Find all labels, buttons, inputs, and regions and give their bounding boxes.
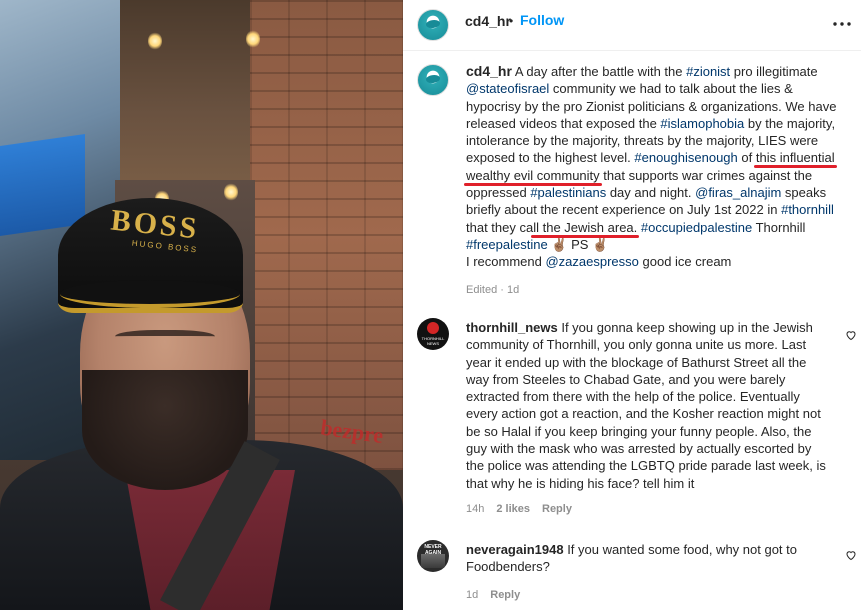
caption-text: pro illegitimate (730, 64, 818, 79)
separator-dot: • (509, 14, 514, 28)
caption-text: ✌🏽 PS ✌🏽 (547, 236, 609, 252)
caption-text: day and night. (606, 185, 696, 201)
post-photo[interactable]: bezpre BOSS HUGO BOSS (0, 0, 403, 610)
brick-wall (250, 0, 403, 470)
eyes (115, 330, 215, 346)
author-username[interactable]: cd4_hr (465, 13, 511, 29)
hashtag-link[interactable]: #enoughisenough (634, 150, 737, 165)
cap-brim (60, 280, 240, 308)
mention-link[interactable]: @stateofisrael (466, 81, 549, 96)
dove-icon (426, 75, 440, 83)
edited-timestamp: Edited · 1d (466, 284, 520, 296)
hashtag-link[interactable]: #islamophobia (660, 116, 744, 131)
caption-text: that they ca (466, 219, 534, 235)
comment-meta: 1d Reply (466, 589, 532, 601)
commenter-avatar[interactable]: THORNHILL NEWS (417, 318, 449, 350)
comment-likes[interactable]: 2 likes (496, 503, 530, 515)
heart-icon[interactable] (845, 328, 857, 341)
comment-text: thornhill_news If you gonna keep showing… (466, 319, 828, 492)
caption-text: I recommend (466, 254, 546, 270)
underlined-text: ll the Jewish area. (533, 219, 638, 235)
ceiling-light (246, 30, 260, 48)
commenter-avatar[interactable]: NEVER AGAIN (417, 540, 449, 572)
hashtag-link[interactable]: #freepalestine (466, 237, 548, 252)
hashtag-link[interactable]: #occupiedpalestine (641, 220, 752, 235)
caption-text: A day after the battle with the (511, 64, 687, 79)
post-header: cd4_hr • Follow (403, 0, 861, 51)
heart-icon[interactable] (845, 548, 857, 561)
comment-meta: 14h 2 likes Reply (466, 503, 584, 515)
caption-text: Thornhill (752, 219, 806, 235)
avatar-label: THORNHILL NEWS (421, 336, 445, 346)
hashtag-link[interactable]: #palestinians (530, 185, 606, 200)
more-options-icon[interactable] (833, 10, 851, 31)
ceiling-light (148, 32, 162, 50)
comment-body: If you gonna keep showing up in the Jewi… (466, 320, 826, 491)
underlined-text: wealthy evil community (466, 167, 600, 183)
logo-icon (427, 322, 439, 334)
reply-button[interactable]: Reply (542, 503, 572, 515)
mention-link[interactable]: @zazaespresso (545, 254, 638, 269)
avatar-image (421, 554, 445, 568)
dove-icon (426, 20, 440, 28)
commenter-username[interactable]: thornhill_news (466, 320, 558, 335)
blue-awning (0, 134, 85, 236)
beard (82, 370, 248, 490)
comment-text: neveragain1948 If you wanted some food, … (466, 541, 828, 576)
hashtag-link[interactable]: #thornhill (781, 202, 834, 217)
post-caption: cd4_hr A day after the battle with the #… (466, 63, 846, 271)
caption-avatar[interactable] (417, 64, 449, 96)
underlined-text: this influential (755, 150, 835, 166)
commenter-username[interactable]: neveragain1948 (466, 542, 564, 557)
reply-button[interactable]: Reply (490, 589, 520, 601)
caption-text: good ice cream (638, 254, 732, 270)
caption-username[interactable]: cd4_hr (466, 63, 512, 79)
ceiling-light (224, 183, 238, 201)
follow-button[interactable]: Follow (520, 12, 564, 28)
comment-time: 14h (466, 503, 485, 515)
comment-time: 1d (466, 589, 479, 601)
caption-text: of (737, 150, 756, 166)
mention-link[interactable]: @firas_alnajim (695, 185, 781, 200)
post-details: cd4_hr • Follow cd4_hr A day after the b… (403, 0, 861, 610)
hashtag-link[interactable]: #zionist (686, 64, 730, 79)
author-avatar[interactable] (417, 9, 449, 41)
